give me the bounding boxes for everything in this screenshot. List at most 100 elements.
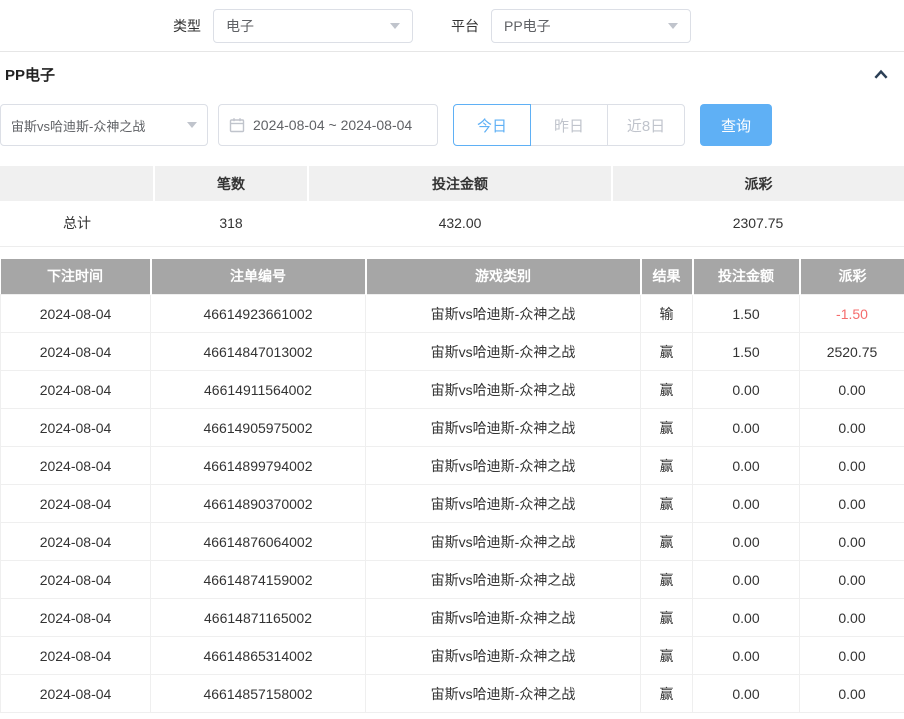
bet-no-cell: 46614874159002 xyxy=(151,561,366,599)
summary-count-value: 318 xyxy=(154,201,308,246)
game-category-cell: 宙斯vs哈迪斯-众神之战 xyxy=(366,675,641,713)
bet-amount-cell: 0.00 xyxy=(693,561,800,599)
bet-time-cell: 2024-08-04 xyxy=(1,371,151,409)
table-row: 2024-08-0446614890370002宙斯vs哈迪斯-众神之战赢0.0… xyxy=(1,485,904,523)
today-button[interactable]: 今日 xyxy=(453,104,531,146)
game-category-cell: 宙斯vs哈迪斯-众神之战 xyxy=(366,523,641,561)
section-title: PP电子 xyxy=(5,64,55,85)
calendar-icon xyxy=(229,117,245,133)
date-range-value: 2024-08-04 ~ 2024-08-04 xyxy=(253,117,412,133)
platform-select[interactable]: PP电子 xyxy=(491,9,691,43)
collapse-button[interactable] xyxy=(872,66,890,84)
summary-header-count: 笔数 xyxy=(154,166,308,201)
bet-amount-cell: 0.00 xyxy=(693,409,800,447)
payout-cell: 0.00 xyxy=(800,409,904,447)
game-category-cell: 宙斯vs哈迪斯-众神之战 xyxy=(366,447,641,485)
type-select[interactable]: 电子 xyxy=(213,9,413,43)
bet-time-cell: 2024-08-04 xyxy=(1,447,151,485)
result-cell: 赢 xyxy=(641,409,693,447)
controls-row: 宙斯vs哈迪斯-众神之战 2024-08-04 ~ 2024-08-04 今日 … xyxy=(0,104,904,146)
yesterday-button[interactable]: 昨日 xyxy=(530,104,608,146)
date-range-input[interactable]: 2024-08-04 ~ 2024-08-04 xyxy=(218,104,438,146)
bet-no-cell: 46614865314002 xyxy=(151,637,366,675)
table-row: 2024-08-0446614857158002宙斯vs哈迪斯-众神之战赢0.0… xyxy=(1,675,904,713)
bet-records-table: 下注时间 注单编号 游戏类别 结果 投注金额 派彩 2024-08-044661… xyxy=(0,259,904,714)
query-button[interactable]: 查询 xyxy=(700,104,772,146)
payout-cell: 0.00 xyxy=(800,637,904,675)
result-cell: 赢 xyxy=(641,333,693,371)
header-bet-amount: 投注金额 xyxy=(693,259,800,295)
game-category-cell: 宙斯vs哈迪斯-众神之战 xyxy=(366,485,641,523)
bet-time-cell: 2024-08-04 xyxy=(1,485,151,523)
table-row: 2024-08-0446614905975002宙斯vs哈迪斯-众神之战赢0.0… xyxy=(1,409,904,447)
quick-date-button-group: 今日 昨日 近8日 xyxy=(453,104,685,146)
payout-cell: -1.50 xyxy=(800,295,904,333)
bet-no-cell: 46614890370002 xyxy=(151,485,366,523)
bet-no-cell: 46614905975002 xyxy=(151,409,366,447)
payout-cell: 0.00 xyxy=(800,485,904,523)
result-cell: 输 xyxy=(641,295,693,333)
bet-time-cell: 2024-08-04 xyxy=(1,637,151,675)
game-category-cell: 宙斯vs哈迪斯-众神之战 xyxy=(366,295,641,333)
game-category-cell: 宙斯vs哈迪斯-众神之战 xyxy=(366,371,641,409)
bet-table-body: 2024-08-0446614923661002宙斯vs哈迪斯-众神之战输1.5… xyxy=(1,295,904,713)
payout-cell: 0.00 xyxy=(800,447,904,485)
chevron-down-icon xyxy=(187,122,197,128)
last-8-days-button[interactable]: 近8日 xyxy=(607,104,685,146)
bet-amount-cell: 0.00 xyxy=(693,447,800,485)
bet-time-cell: 2024-08-04 xyxy=(1,409,151,447)
bet-amount-cell: 0.00 xyxy=(693,637,800,675)
platform-label: 平台 xyxy=(451,16,479,36)
summary-header-empty xyxy=(0,166,154,201)
table-row: 2024-08-0446614899794002宙斯vs哈迪斯-众神之战赢0.0… xyxy=(1,447,904,485)
summary-header-row: 笔数 投注金额 派彩 xyxy=(0,166,904,201)
payout-cell: 0.00 xyxy=(800,599,904,637)
bet-amount-cell: 0.00 xyxy=(693,599,800,637)
bet-amount-cell: 1.50 xyxy=(693,333,800,371)
payout-cell: 0.00 xyxy=(800,561,904,599)
table-row: 2024-08-0446614871165002宙斯vs哈迪斯-众神之战赢0.0… xyxy=(1,599,904,637)
bet-no-cell: 46614871165002 xyxy=(151,599,366,637)
result-cell: 赢 xyxy=(641,485,693,523)
payout-cell: 2520.75 xyxy=(800,333,904,371)
section-header: PP电子 xyxy=(0,52,904,97)
bet-table-header-row: 下注时间 注单编号 游戏类别 结果 投注金额 派彩 xyxy=(1,259,904,295)
bet-no-cell: 46614876064002 xyxy=(151,523,366,561)
header-bet-time: 下注时间 xyxy=(1,259,151,295)
game-select[interactable]: 宙斯vs哈迪斯-众神之战 xyxy=(0,104,208,146)
bet-time-cell: 2024-08-04 xyxy=(1,599,151,637)
bet-amount-cell: 0.00 xyxy=(693,371,800,409)
game-category-cell: 宙斯vs哈迪斯-众神之战 xyxy=(366,409,641,447)
bet-no-cell: 46614911564002 xyxy=(151,371,366,409)
payout-cell: 0.00 xyxy=(800,371,904,409)
bet-no-cell: 46614899794002 xyxy=(151,447,366,485)
table-row: 2024-08-0446614923661002宙斯vs哈迪斯-众神之战输1.5… xyxy=(1,295,904,333)
payout-cell: 0.00 xyxy=(800,523,904,561)
bet-amount-cell: 0.00 xyxy=(693,523,800,561)
result-cell: 赢 xyxy=(641,523,693,561)
bet-time-cell: 2024-08-04 xyxy=(1,295,151,333)
summary-header-payout: 派彩 xyxy=(612,166,904,201)
type-label: 类型 xyxy=(173,16,201,36)
table-row: 2024-08-0446614874159002宙斯vs哈迪斯-众神之战赢0.0… xyxy=(1,561,904,599)
bet-no-cell: 46614923661002 xyxy=(151,295,366,333)
type-select-value: 电子 xyxy=(226,16,254,36)
summary-total-row: 总计 318 432.00 2307.75 xyxy=(0,201,904,246)
summary-header-bet-amount: 投注金额 xyxy=(308,166,612,201)
game-category-cell: 宙斯vs哈迪斯-众神之战 xyxy=(366,333,641,371)
header-result: 结果 xyxy=(641,259,693,295)
game-category-cell: 宙斯vs哈迪斯-众神之战 xyxy=(366,561,641,599)
chevron-down-icon xyxy=(390,23,400,29)
platform-select-value: PP电子 xyxy=(504,16,551,36)
table-row: 2024-08-0446614847013002宙斯vs哈迪斯-众神之战赢1.5… xyxy=(1,333,904,371)
bet-amount-cell: 0.00 xyxy=(693,485,800,523)
bet-no-cell: 46614847013002 xyxy=(151,333,366,371)
result-cell: 赢 xyxy=(641,599,693,637)
bet-amount-cell: 1.50 xyxy=(693,295,800,333)
bet-time-cell: 2024-08-04 xyxy=(1,675,151,713)
result-cell: 赢 xyxy=(641,371,693,409)
summary-table: 笔数 投注金额 派彩 总计 318 432.00 2307.75 xyxy=(0,166,904,247)
result-cell: 赢 xyxy=(641,637,693,675)
game-category-cell: 宙斯vs哈迪斯-众神之战 xyxy=(366,599,641,637)
result-cell: 赢 xyxy=(641,675,693,713)
